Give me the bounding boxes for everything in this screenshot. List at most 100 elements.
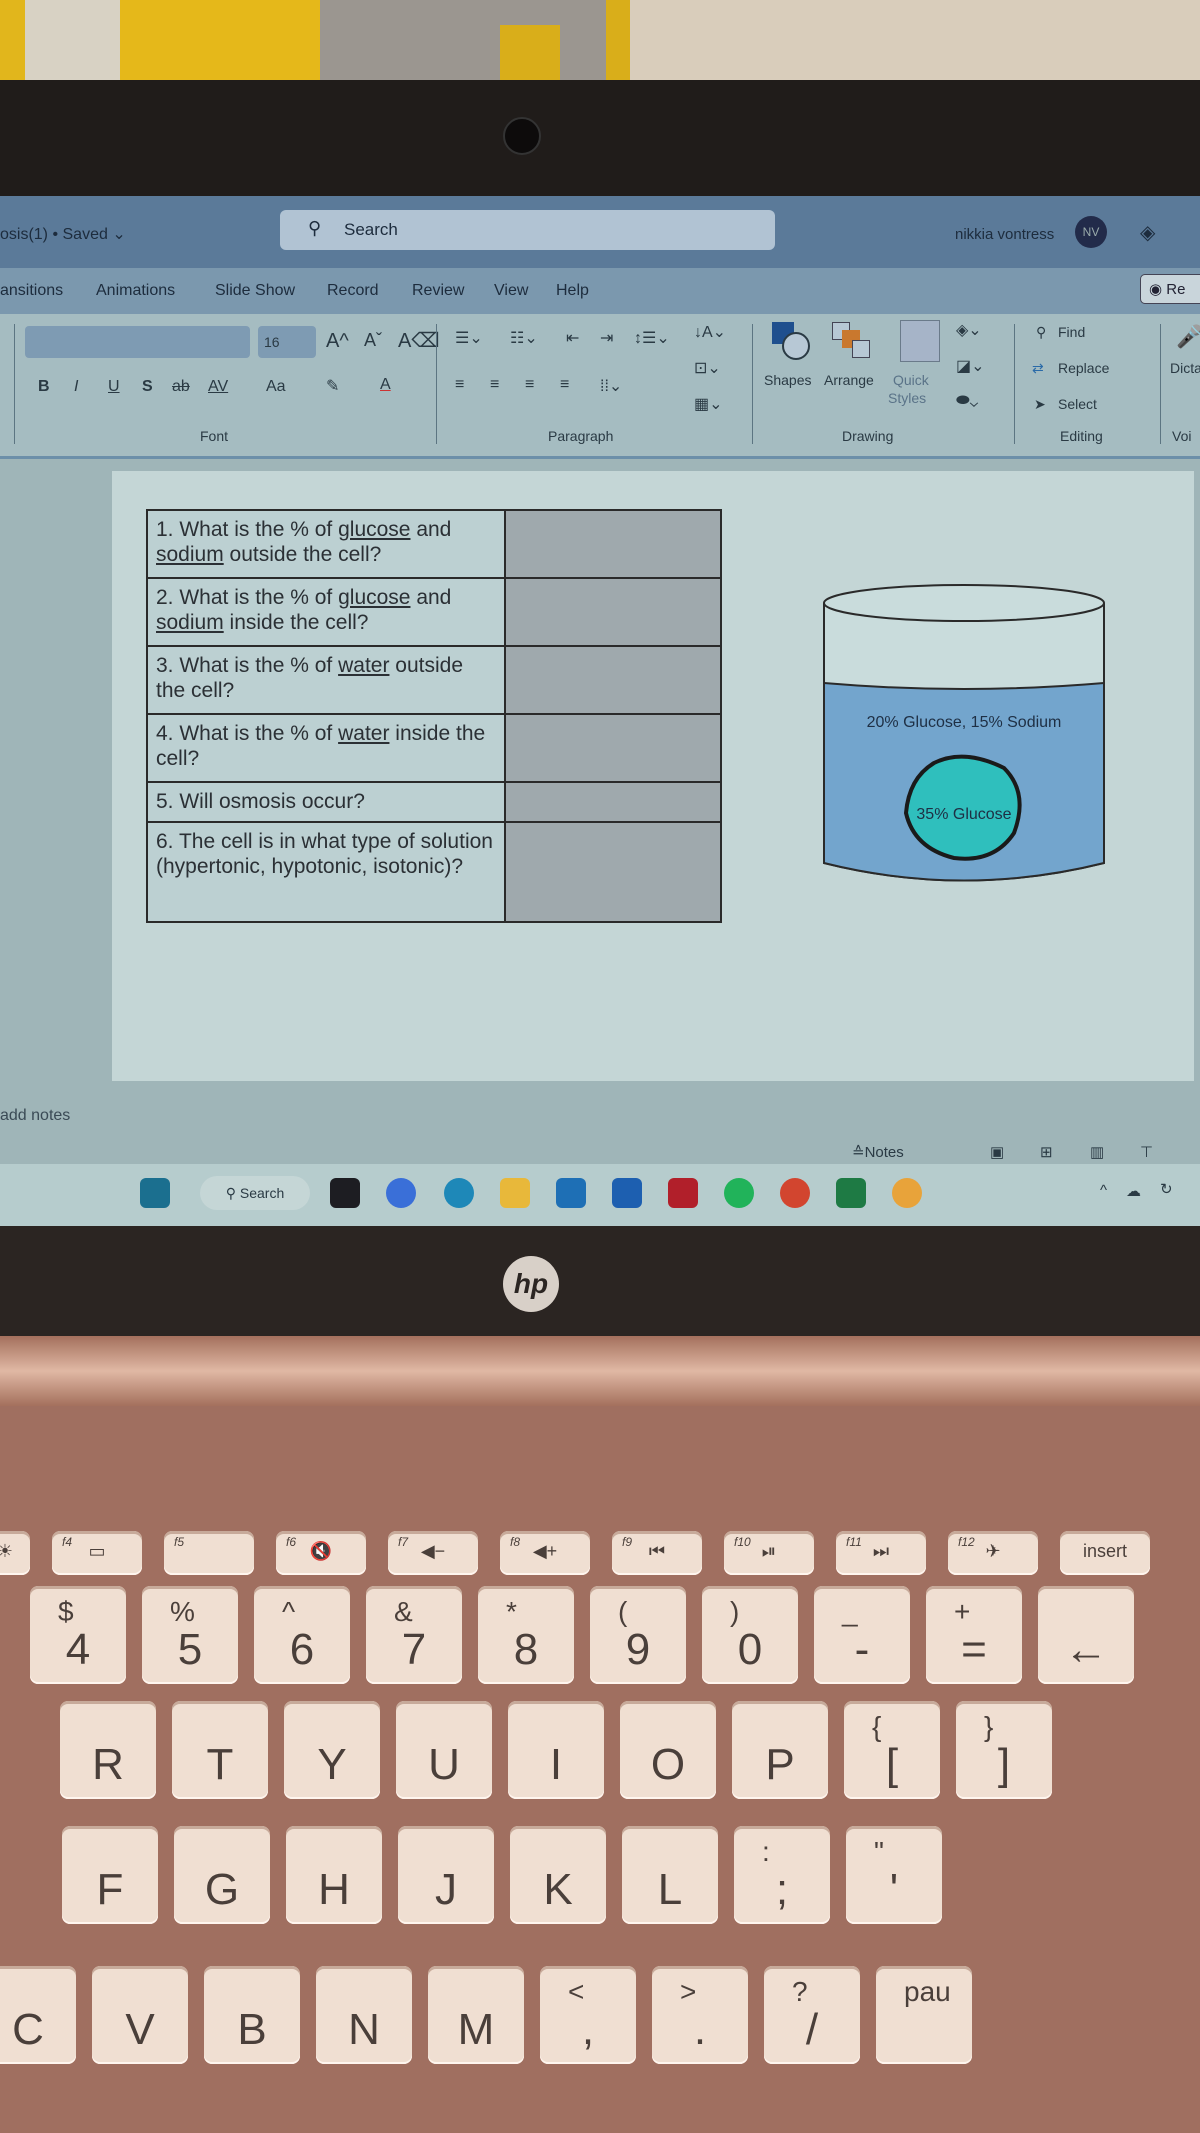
notes-button[interactable]: ≙Notes [852,1143,904,1161]
question-table[interactable]: 1. What is the % of glucose and sodium o… [146,509,722,923]
function-key[interactable]: f12 ✈ [948,1531,1038,1575]
shapes-icon[interactable] [772,322,810,360]
microphone-icon[interactable]: 🎤 [1176,324,1200,350]
arrange-icon[interactable] [832,322,870,358]
dictate-button[interactable]: Dicta [1170,360,1200,376]
task-view-icon[interactable] [330,1178,360,1208]
question-cell[interactable]: 1. What is the % of glucose and sodium o… [146,509,506,579]
letter-key[interactable]: }] [956,1701,1052,1799]
font-size-select[interactable]: 16 [258,326,316,358]
notes-placeholder[interactable]: add notes [0,1107,70,1125]
chevron-up-icon[interactable]: ^ [1100,1182,1107,1199]
app-icon[interactable] [556,1178,586,1208]
record-button[interactable]: ◉ Re [1140,274,1200,304]
tab-help[interactable]: Help [556,282,589,300]
shape-fill-icon[interactable]: ◈⌄ [956,320,982,340]
font-name-select[interactable] [25,326,250,358]
spotify-icon[interactable] [724,1178,754,1208]
number-key[interactable]: ^ 6 [254,1586,350,1684]
number-key[interactable]: $4 [30,1586,126,1684]
align-left-icon[interactable]: ≡ [455,376,464,394]
tab-transitions[interactable]: ansitions [0,282,63,300]
tab-animations[interactable]: Animations [96,282,175,300]
align-center-icon[interactable]: ≡ [490,376,499,394]
question-cell[interactable]: 6. The cell is in what type of solution … [146,821,506,923]
replace-button[interactable]: Replace [1058,360,1109,376]
tab-view[interactable]: View [494,282,528,300]
numbering-icon[interactable]: ☷⌄ [510,328,538,348]
letter-key[interactable]: N [316,1966,412,2064]
answer-cell[interactable] [504,781,722,823]
store-icon[interactable] [612,1178,642,1208]
number-key[interactable]: + = [926,1586,1022,1684]
decrease-indent-icon[interactable]: ⇤ [566,328,579,348]
function-key[interactable]: f6 🔇 [276,1531,366,1575]
shrink-font-button[interactable]: Aˇ [364,330,382,351]
function-key[interactable]: f4 ▭ [52,1531,142,1575]
letter-key[interactable]: V [92,1966,188,2064]
quick-styles-button[interactable]: Quick [893,372,929,388]
select-button[interactable]: Select [1058,396,1097,412]
windows-start-icon[interactable] [140,1178,170,1208]
slideshow-icon[interactable]: ⊤ [1140,1143,1153,1161]
avatar[interactable]: NV [1075,216,1107,248]
answer-cell[interactable] [504,645,722,715]
text-direction-icon[interactable]: ↓A⌄ [694,322,726,342]
letter-key[interactable]: <, [540,1966,636,2064]
answer-cell[interactable] [504,713,722,783]
slide-sorter-icon[interactable]: ⊞ [1040,1143,1053,1161]
function-key[interactable]: f10 ⏯ [724,1531,814,1575]
quick-styles-button-line2[interactable]: Styles [888,390,926,406]
function-key[interactable]: f9 ⏮ [612,1531,702,1575]
question-cell[interactable]: 3. What is the % of water outside the ce… [146,645,506,715]
letter-key[interactable]: pau [876,1966,972,2064]
number-key[interactable]: ← [1038,1586,1134,1684]
letter-key[interactable]: R [60,1701,156,1799]
justify-icon[interactable]: ≡ [560,376,569,394]
strikethrough-button[interactable]: ab [172,378,190,396]
character-spacing-button[interactable]: AV [208,378,228,396]
function-key[interactable]: f11 ⏭ [836,1531,926,1575]
answer-cell[interactable] [504,509,722,579]
letter-key[interactable]: Y [284,1701,380,1799]
letter-key[interactable]: M [428,1966,524,2064]
letter-key[interactable]: T [172,1701,268,1799]
letter-key[interactable]: I [508,1701,604,1799]
shapes-button[interactable]: Shapes [764,372,811,388]
letter-key[interactable]: :; [734,1826,830,1924]
clear-formatting-button[interactable]: A⌫ [398,328,440,353]
number-key[interactable]: * 8 [478,1586,574,1684]
change-case-button[interactable]: Aa [266,378,286,396]
number-key[interactable]: & 7 [366,1586,462,1684]
letter-key[interactable]: " ' [846,1826,942,1924]
meet-icon[interactable] [386,1178,416,1208]
function-key[interactable]: insert [1060,1531,1150,1575]
letter-key[interactable]: ? / [764,1966,860,2064]
tab-slide-show[interactable]: Slide Show [215,282,295,300]
increase-indent-icon[interactable]: ⇥ [600,328,613,348]
quick-styles-icon[interactable] [900,320,940,362]
mcafee-icon[interactable] [668,1178,698,1208]
file-explorer-icon[interactable] [500,1178,530,1208]
letter-key[interactable]: J [398,1826,494,1924]
shape-outline-icon[interactable]: ◪⌄ [956,356,985,376]
onedrive-icon[interactable]: ☁ [1126,1182,1141,1200]
taskbar-search[interactable]: ⚲ Search [200,1176,310,1210]
excel-icon[interactable] [836,1178,866,1208]
function-key[interactable]: f7 ◀− [388,1531,478,1575]
function-key[interactable]: f8 ◀+ [500,1531,590,1575]
letter-key[interactable]: >. [652,1966,748,2064]
italic-button[interactable]: I [74,378,78,396]
slide-canvas[interactable]: 1. What is the % of glucose and sodium o… [112,471,1194,1081]
bullets-icon[interactable]: ☰⌄ [455,328,483,348]
number-key[interactable]: % 5 [142,1586,238,1684]
align-text-icon[interactable]: ⊡⌄ [694,358,721,378]
arrange-button[interactable]: Arrange [824,372,874,388]
smartart-icon[interactable]: ▦⌄ [694,394,723,414]
document-title[interactable]: osis(1) • Saved ⌄ [0,224,126,244]
letter-key[interactable]: L [622,1826,718,1924]
letter-key[interactable]: K [510,1826,606,1924]
letter-key[interactable]: P [732,1701,828,1799]
columns-icon[interactable]: ⁞⁞⌄ [600,376,622,396]
letter-key[interactable]: G [174,1826,270,1924]
